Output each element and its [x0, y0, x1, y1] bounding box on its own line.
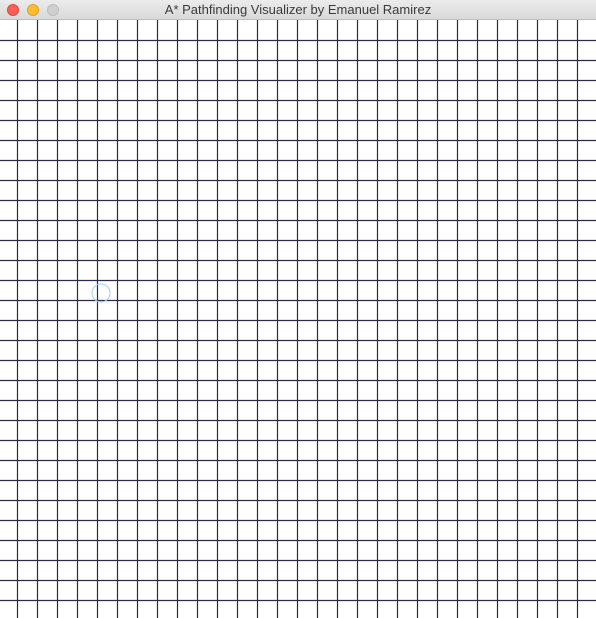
app-window: A* Pathfinding Visualizer by Emanuel Ram… — [0, 0, 596, 618]
window-title: A* Pathfinding Visualizer by Emanuel Ram… — [164, 2, 432, 17]
grid-canvas[interactable] — [0, 20, 596, 618]
title-bar[interactable]: A* Pathfinding Visualizer by Emanuel Ram… — [0, 0, 596, 20]
cursor-ring-icon — [91, 283, 111, 303]
grid-svg[interactable] — [0, 20, 596, 618]
